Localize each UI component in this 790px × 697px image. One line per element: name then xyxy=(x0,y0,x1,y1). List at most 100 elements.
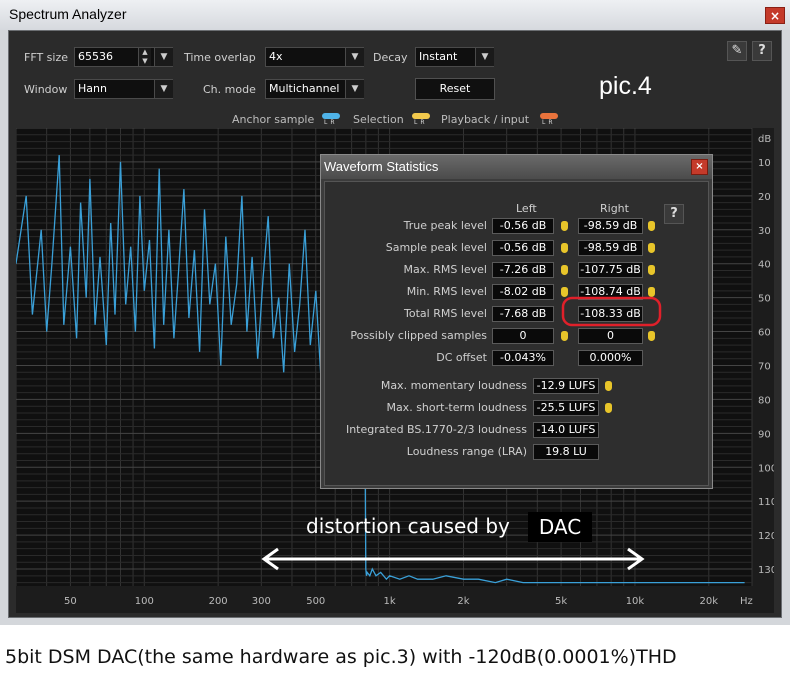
stat-right-value: -98.59 dB xyxy=(578,218,643,234)
warning-marker-icon[interactable] xyxy=(561,265,568,275)
time-overlap-value: 4x xyxy=(269,50,283,63)
window-function-select[interactable]: Hann ▼ xyxy=(74,79,173,99)
stat-row-label: DC offset xyxy=(436,351,487,364)
ch-mode-select[interactable]: Multichannel ▼ xyxy=(265,79,364,99)
statistics-help-button[interactable]: ? xyxy=(664,204,684,224)
x-tick-label: 5k xyxy=(555,596,567,607)
spectrum-analyzer-window: Spectrum Analyzer × FFT size 65536 ▲ ▼ ▼ … xyxy=(0,0,790,625)
x-unit-label: Hz xyxy=(740,596,753,607)
close-window-button[interactable]: × xyxy=(765,7,785,24)
y-tick-label: 80 xyxy=(758,395,771,406)
y-tick-label: 100 xyxy=(758,463,774,474)
stat-right-value: 0 xyxy=(578,328,643,344)
dac-annotation: DAC xyxy=(528,512,592,542)
window-function-label: Window xyxy=(24,83,68,96)
decay-value: Instant xyxy=(419,50,458,63)
time-overlap-label: Time overlap xyxy=(184,51,256,64)
figure-caption: 5bit DSM DAC(the same hardware as pic.3)… xyxy=(5,646,677,668)
y-tick-label: 90 xyxy=(758,429,771,440)
y-tick-label: 30 xyxy=(758,226,771,237)
stat-right-value: 0.000% xyxy=(578,350,643,366)
y-tick-label: 70 xyxy=(758,361,771,372)
fft-size-spinner[interactable]: ▲ ▼ xyxy=(138,48,151,66)
loudness-row-label: Loudness range (LRA) xyxy=(406,445,527,458)
loudness-row-label: Max. short-term loudness xyxy=(386,401,527,414)
stat-left-value: -7.68 dB xyxy=(492,306,554,322)
warning-marker-icon[interactable] xyxy=(648,221,655,231)
chevron-down-icon[interactable]: ▼ xyxy=(154,48,173,66)
fft-size-select[interactable]: 65536 ▲ ▼ ▼ xyxy=(74,47,173,67)
chevron-down-icon[interactable]: ▼ xyxy=(345,80,364,98)
stat-left-value: -0.043% xyxy=(492,350,554,366)
anchor-sample-label: Anchor sample xyxy=(232,113,315,126)
x-tick-label: 1k xyxy=(384,596,396,607)
help-button[interactable]: ? xyxy=(752,41,772,61)
loudness-value: -14.0 LUFS xyxy=(533,422,599,438)
left-column-header: Left xyxy=(516,202,537,215)
warning-marker-icon[interactable] xyxy=(605,403,612,413)
stat-row-label: Possibly clipped samples xyxy=(350,329,487,342)
chevron-down-icon[interactable]: ▼ xyxy=(345,48,364,66)
loudness-value: -25.5 LUFS xyxy=(533,400,599,416)
x-tick-label: 2k xyxy=(457,596,469,607)
selection-label: Selection xyxy=(353,113,404,126)
stat-right-value: -98.59 dB xyxy=(578,240,643,256)
y-tick-label: 130 xyxy=(758,565,774,576)
title-bar: Spectrum Analyzer × xyxy=(0,0,790,30)
stat-left-value: 0 xyxy=(492,328,554,344)
decay-label: Decay xyxy=(373,51,408,64)
loudness-row-label: Integrated BS.1770-2/3 loudness xyxy=(345,423,527,436)
settings-button[interactable]: ✎ xyxy=(727,41,747,61)
y-unit-label: dB xyxy=(758,134,771,145)
loudness-row-label: Max. momentary loudness xyxy=(380,379,527,392)
stat-row-label: Min. RMS level xyxy=(406,285,487,298)
x-tick-label: 300 xyxy=(252,596,271,607)
stat-left-value: -7.26 dB xyxy=(492,262,554,278)
y-tick-label: 40 xyxy=(758,260,771,271)
warning-marker-icon[interactable] xyxy=(605,381,612,391)
wrench-icon: ✎ xyxy=(731,43,743,58)
x-tick-label: 20k xyxy=(700,596,719,607)
warning-marker-icon[interactable] xyxy=(561,331,568,341)
playback-input-label: Playback / input xyxy=(441,113,530,126)
window-function-value: Hann xyxy=(78,82,107,95)
decay-select[interactable]: Instant ▼ xyxy=(415,47,494,67)
stat-row-label: Total RMS level xyxy=(404,307,487,320)
stat-left-value: -0.56 dB xyxy=(492,240,554,256)
selection-lr-swatch: LR xyxy=(412,113,430,127)
y-tick-label: 60 xyxy=(758,328,771,339)
fft-size-value: 65536 xyxy=(78,50,113,63)
warning-marker-icon[interactable] xyxy=(648,331,655,341)
reset-button[interactable]: Reset xyxy=(415,78,495,100)
chevron-down-icon[interactable]: ▼ xyxy=(475,48,494,66)
x-tick-label: 10k xyxy=(626,596,645,607)
pic-label: pic.4 xyxy=(599,72,652,100)
y-tick-label: 10 xyxy=(758,158,771,169)
fft-size-label: FFT size xyxy=(24,51,69,64)
anchor-sample-lr-swatch: LR xyxy=(322,113,340,127)
warning-marker-icon[interactable] xyxy=(561,221,568,231)
ch-mode-value: Multichannel xyxy=(269,82,340,95)
stat-row-label: Max. RMS level xyxy=(403,263,487,276)
distortion-annotation: distortion caused by xyxy=(306,514,510,538)
x-tick-label: 100 xyxy=(135,596,154,607)
time-overlap-select[interactable]: 4x ▼ xyxy=(265,47,364,67)
y-tick-label: 110 xyxy=(758,497,774,508)
x-tick-label: 500 xyxy=(306,596,325,607)
y-tick-label: 20 xyxy=(758,192,771,203)
chevron-down-icon[interactable]: ▼ xyxy=(154,80,173,98)
y-tick-label: 120 xyxy=(758,531,774,542)
warning-marker-icon[interactable] xyxy=(648,243,655,253)
stat-left-value: -8.02 dB xyxy=(492,284,554,300)
statistics-panel: Left Right ? True peak level -0.56 dB -98.… xyxy=(324,181,709,486)
stat-row-label: True peak level xyxy=(403,219,487,232)
window-title: Spectrum Analyzer xyxy=(9,6,127,22)
highlight-circle xyxy=(561,296,662,327)
y-tick-label: 50 xyxy=(758,294,771,305)
dialog-title: Waveform Statistics xyxy=(324,159,439,174)
warning-marker-icon[interactable] xyxy=(561,243,568,253)
x-tick-label: 50 xyxy=(64,596,77,607)
right-column-header: Right xyxy=(600,202,629,215)
warning-marker-icon[interactable] xyxy=(648,265,655,275)
dialog-close-button[interactable]: × xyxy=(691,159,708,175)
